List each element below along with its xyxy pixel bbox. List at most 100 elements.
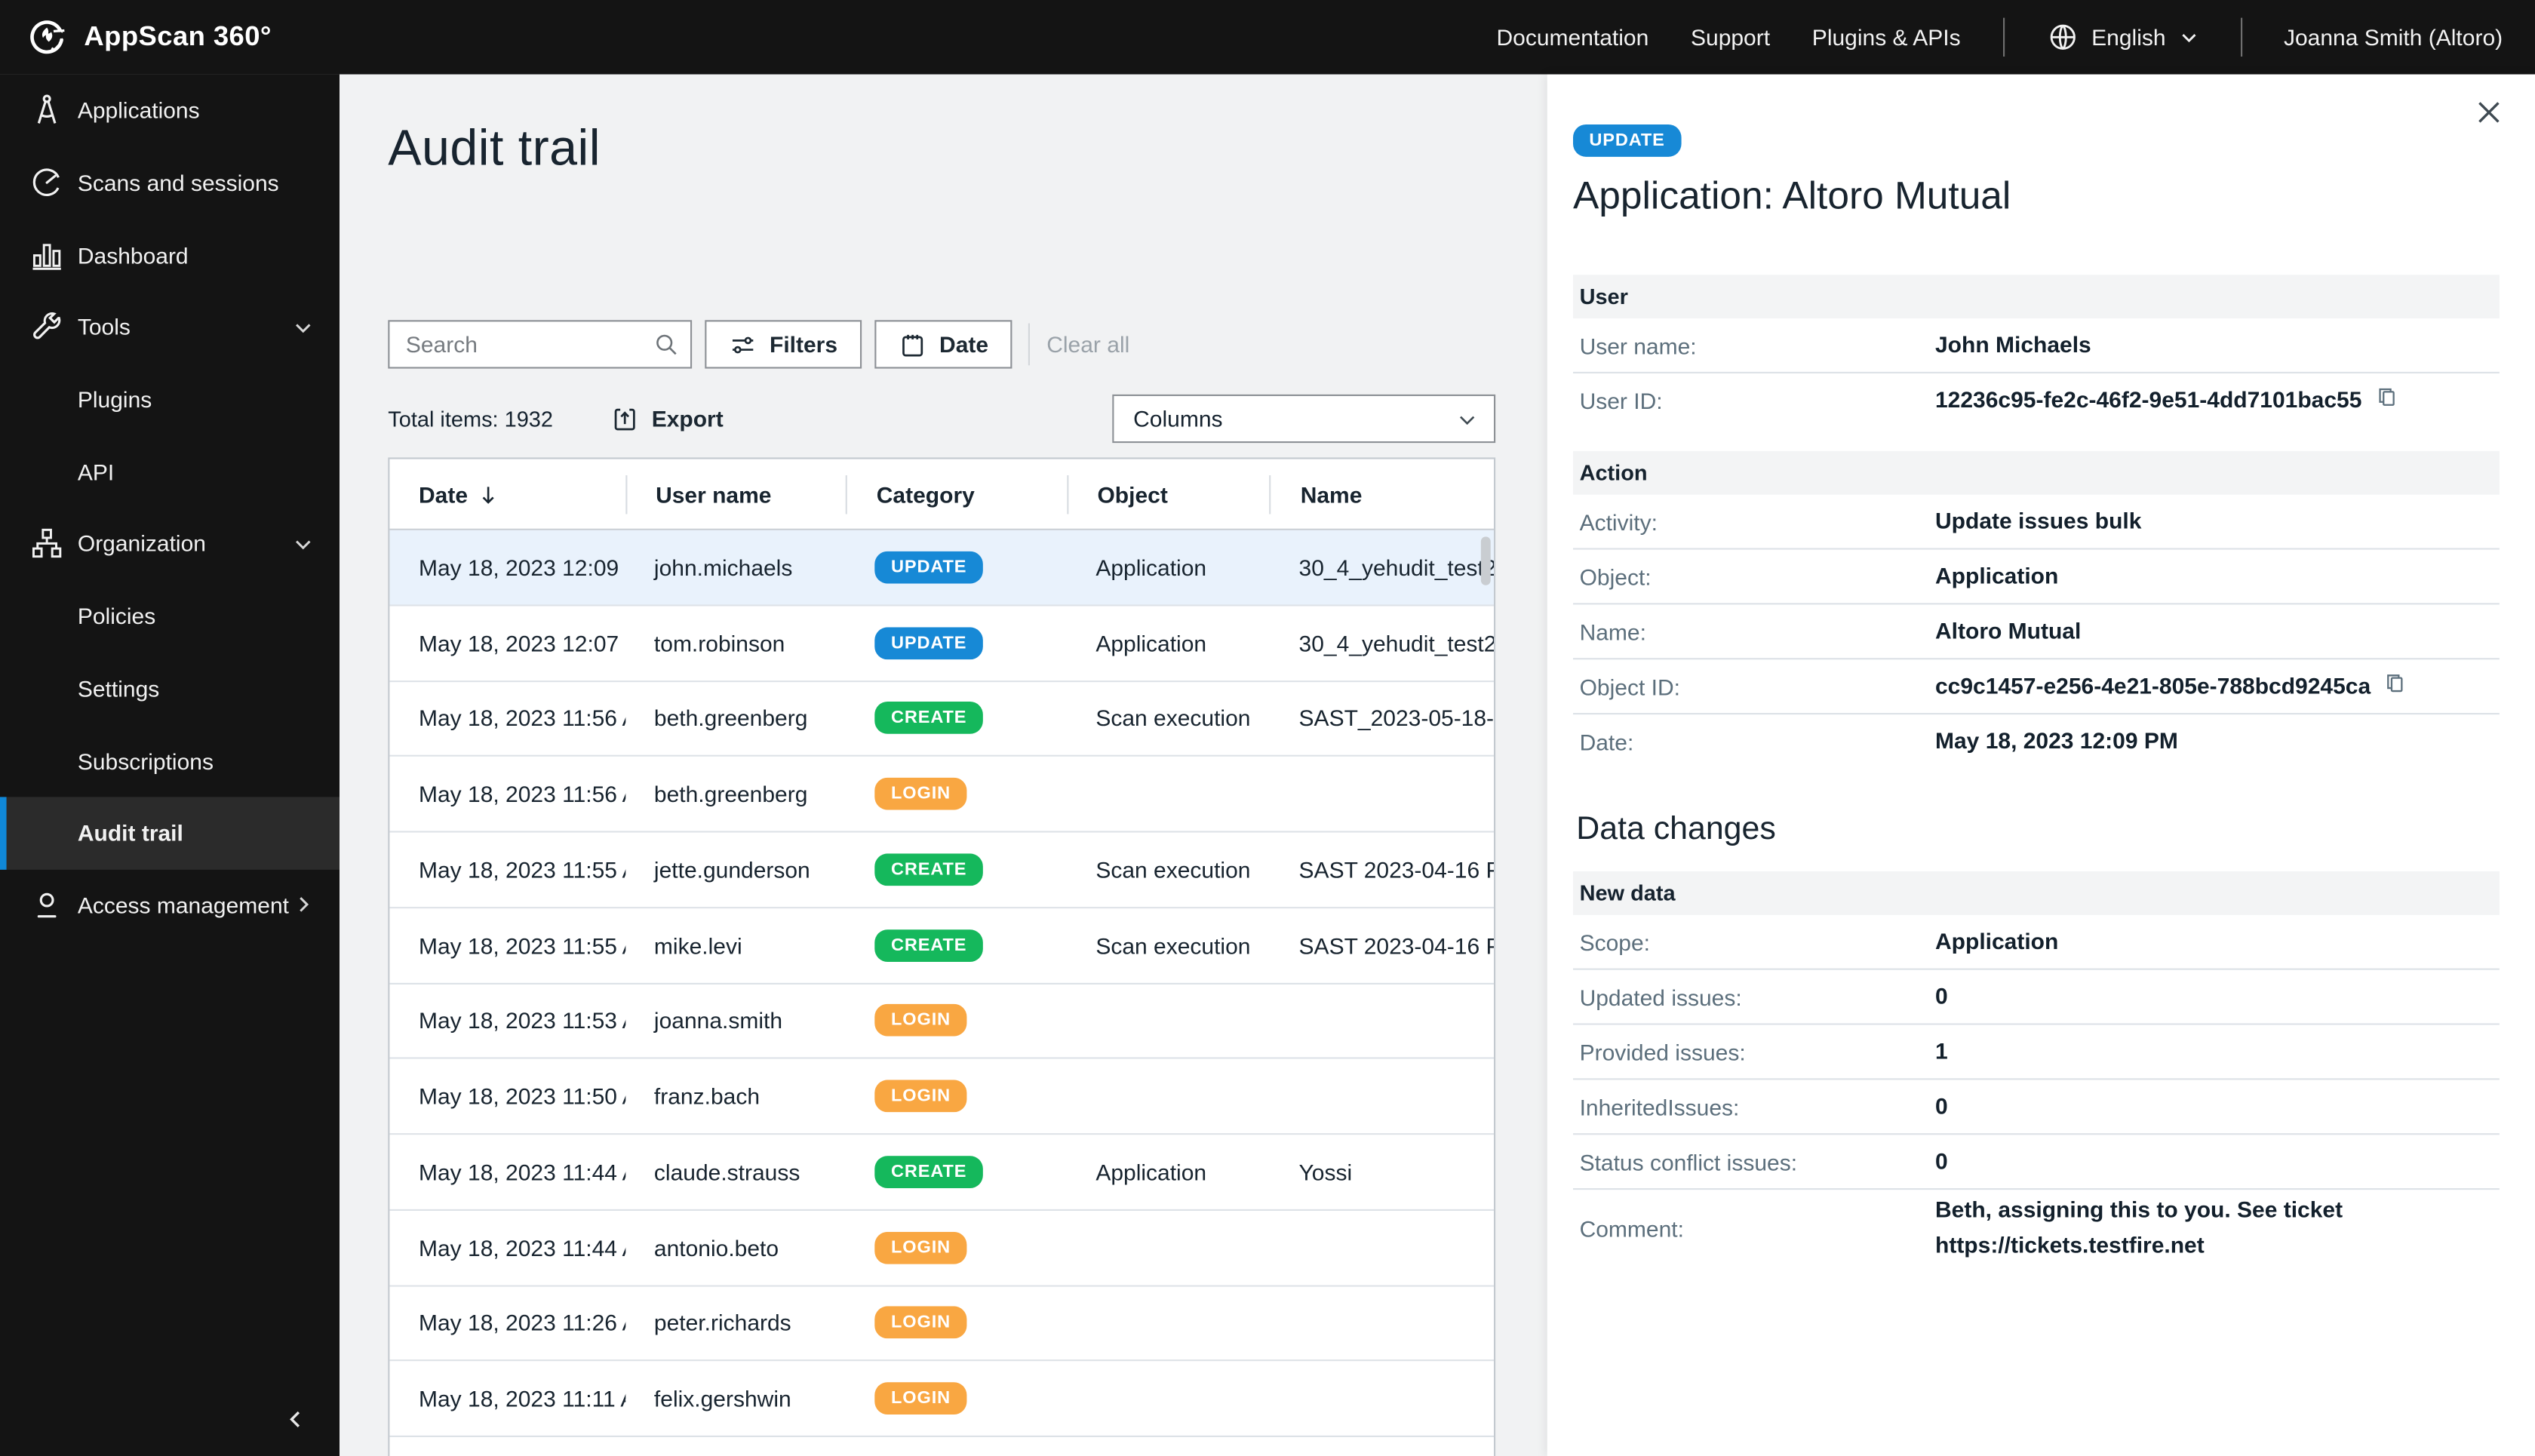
detail-row: Object ID: cc9c1457-e256-4e21-805e-788bcd… [1573, 659, 2500, 715]
sidebar-item-label: Settings [77, 675, 160, 702]
table-row[interactable]: May 18, 2023 11:44 AM antonio.beto LOGIN [389, 1210, 1494, 1286]
user-cell: franz.bach [653, 1083, 760, 1110]
user-menu[interactable]: Joanna Smith (Altoro) [2284, 24, 2503, 50]
sidebar-item-label: Subscriptions [77, 748, 214, 774]
category-badge-cell: LOGIN [846, 1231, 1067, 1264]
column-header-object[interactable]: Object [1066, 474, 1270, 514]
category-badge-cell: CREATE [846, 1155, 1067, 1188]
sidebar-item-plugins[interactable]: Plugins [0, 364, 340, 436]
date-cell: May 18, 2023 11:55 AM [419, 932, 625, 958]
nav-documentation[interactable]: Documentation [1496, 24, 1649, 50]
category-badge-cell: LOGIN [846, 1382, 1067, 1415]
detail-row: Object: Application [1573, 550, 2500, 605]
detail-value: Application [1935, 561, 2059, 588]
name-cell: 30_4_yehudit_test2 [1298, 554, 1494, 581]
total-items-label: Total items: 1932 [388, 406, 553, 432]
topbar: AppScan 360° Documentation Support Plugi… [0, 0, 2535, 75]
detail-label: Provided issues: [1579, 1038, 1746, 1065]
column-header-category[interactable]: Category [846, 474, 1067, 514]
detail-value: Update issues bulk [1935, 507, 2142, 533]
sidebar-item-label: API [77, 459, 115, 485]
clear-all-button[interactable]: Clear all [1046, 331, 1129, 357]
date-cell: May 18, 2023 11:56 AM [419, 781, 625, 807]
detail-label: User ID: [1579, 388, 1663, 414]
detail-value: Beth, assigning this to you. See ticket h… [1935, 1196, 2343, 1258]
copy-icon[interactable] [2375, 385, 2399, 409]
sidebar-item-label: Dashboard [77, 241, 189, 269]
detail-row: Scope: Application [1573, 915, 2500, 970]
export-icon [611, 405, 638, 432]
table-row[interactable]: May 18, 2023 11:11 AM felix.gershwin LOGIN [389, 1361, 1494, 1437]
close-icon[interactable] [2470, 94, 2506, 129]
table-row[interactable]: May 18, 2023 11:55 AM mike.levi CREATE Scan… [389, 908, 1494, 984]
category-badge-cell: UPDATE [846, 626, 1067, 659]
table-row[interactable]: May 18, 2023 11:53 AM joanna.smith LOGIN [389, 983, 1494, 1060]
sidebar-item-dashboard[interactable]: Dashboard [0, 219, 340, 291]
column-header-date[interactable]: Date [389, 475, 625, 513]
table-row[interactable]: May 18, 2023 12:07 PM tom.robinson UPDATE A… [389, 606, 1494, 682]
date-filter-button[interactable]: Date [874, 320, 1013, 369]
copy-icon[interactable] [2383, 671, 2407, 695]
detail-row: Updated issues: 0 [1573, 970, 2500, 1025]
object-cell: Scan execution [1095, 705, 1251, 732]
sidebar-item-tools[interactable]: Tools [0, 291, 340, 364]
sidebar-item-label: Organization [77, 530, 206, 558]
table-row[interactable]: May 18, 2023 11:44 AM claude.strauss CREAT… [389, 1135, 1494, 1211]
sidebar-collapse-button[interactable] [275, 1399, 317, 1441]
panel-category-badge: UPDATE [1573, 124, 1682, 157]
user-cell: claude.strauss [653, 1159, 800, 1185]
sidebar-item-settings[interactable]: Settings [0, 653, 340, 725]
table-row[interactable]: May 18, 2023 11:50 AM franz.bach LOGIN [389, 1059, 1494, 1135]
user-cell: peter.richards [653, 1310, 791, 1336]
object-cell: Application [1095, 1159, 1207, 1185]
table-row[interactable]: May 18, 2023 12:09 PM john.michaels UPDATE… [389, 530, 1494, 607]
applications-icon [29, 93, 65, 128]
filters-button[interactable]: Filters [705, 320, 862, 369]
table-row[interactable]: May 18, 2023 11:55 AM jette.gunderson CREA… [389, 832, 1494, 908]
date-cell: May 18, 2023 11:44 AM [419, 1234, 625, 1261]
export-button[interactable]: Export [611, 405, 724, 432]
topnav: Documentation Support Plugins & APIs Eng… [1496, 17, 2503, 57]
table-row[interactable]: May 18, 2023 11:56 AM beth.greenberg CREAT… [389, 681, 1494, 757]
column-header-name[interactable]: Name [1269, 474, 1494, 514]
table-row[interactable]: May 18, 2023 10:55 AMsergei.rachCREATEAp… [389, 1437, 1494, 1456]
detail-row: Name: Altoro Mutual [1573, 604, 2500, 660]
sort-descending-icon [478, 483, 500, 505]
sidebar-item-audit-trail[interactable]: Audit trail [0, 797, 340, 869]
date-cell: May 18, 2023 12:07 PM [419, 629, 625, 656]
name-cell: Yossi [1298, 1159, 1353, 1185]
search-box [388, 320, 693, 369]
category-badge-cell: UPDATE [846, 551, 1067, 584]
sidebar-item-applications[interactable]: Applications [0, 75, 340, 147]
detail-value: May 18, 2023 12:09 PM [1935, 727, 2178, 754]
brand: AppScan 360° [26, 16, 272, 58]
name-cell: SAST 2023-04-16 PL [1298, 856, 1494, 883]
detail-value: Application [1935, 927, 2059, 954]
chevron-down-icon [1457, 408, 1478, 429]
globe-icon [2046, 21, 2079, 54]
status-badge: LOGIN [874, 1231, 967, 1264]
status-badge: LOGIN [874, 1382, 967, 1415]
sidebar-item-api[interactable]: API [0, 435, 340, 508]
sidebar-item-scans-and-sessions[interactable]: Scans and sessions [0, 146, 340, 219]
language-selector[interactable]: English [2046, 21, 2198, 54]
columns-dropdown[interactable]: Columns [1112, 394, 1496, 444]
detail-label: Object ID: [1579, 673, 1680, 699]
chevron-down-icon [293, 533, 314, 554]
search-input[interactable] [388, 320, 693, 369]
object-cell: Application [1095, 629, 1207, 656]
table-row[interactable]: May 18, 2023 11:56 AM beth.greenberg LOGIN [389, 757, 1494, 833]
nav-support[interactable]: Support [1691, 24, 1770, 50]
sidebar-item-label: Policies [77, 603, 156, 629]
user-cell: antonio.beto [653, 1234, 779, 1261]
sidebar-item-access-management[interactable]: Access management [0, 869, 340, 941]
table-row[interactable]: May 18, 2023 11:26 AM peter.richards LOGIN [389, 1286, 1494, 1362]
sidebar-item-label: Tools [77, 314, 131, 340]
detail-value: 0 [1935, 1092, 1948, 1119]
column-header-user-name[interactable]: User name [625, 474, 846, 514]
table-scrollbar[interactable] [1480, 536, 1491, 585]
nav-plugins-apis[interactable]: Plugins & APIs [1812, 24, 1961, 50]
sidebar-item-organization[interactable]: Organization [0, 508, 340, 580]
sidebar-item-subscriptions[interactable]: Subscriptions [0, 724, 340, 797]
sidebar-item-policies[interactable]: Policies [0, 580, 340, 653]
